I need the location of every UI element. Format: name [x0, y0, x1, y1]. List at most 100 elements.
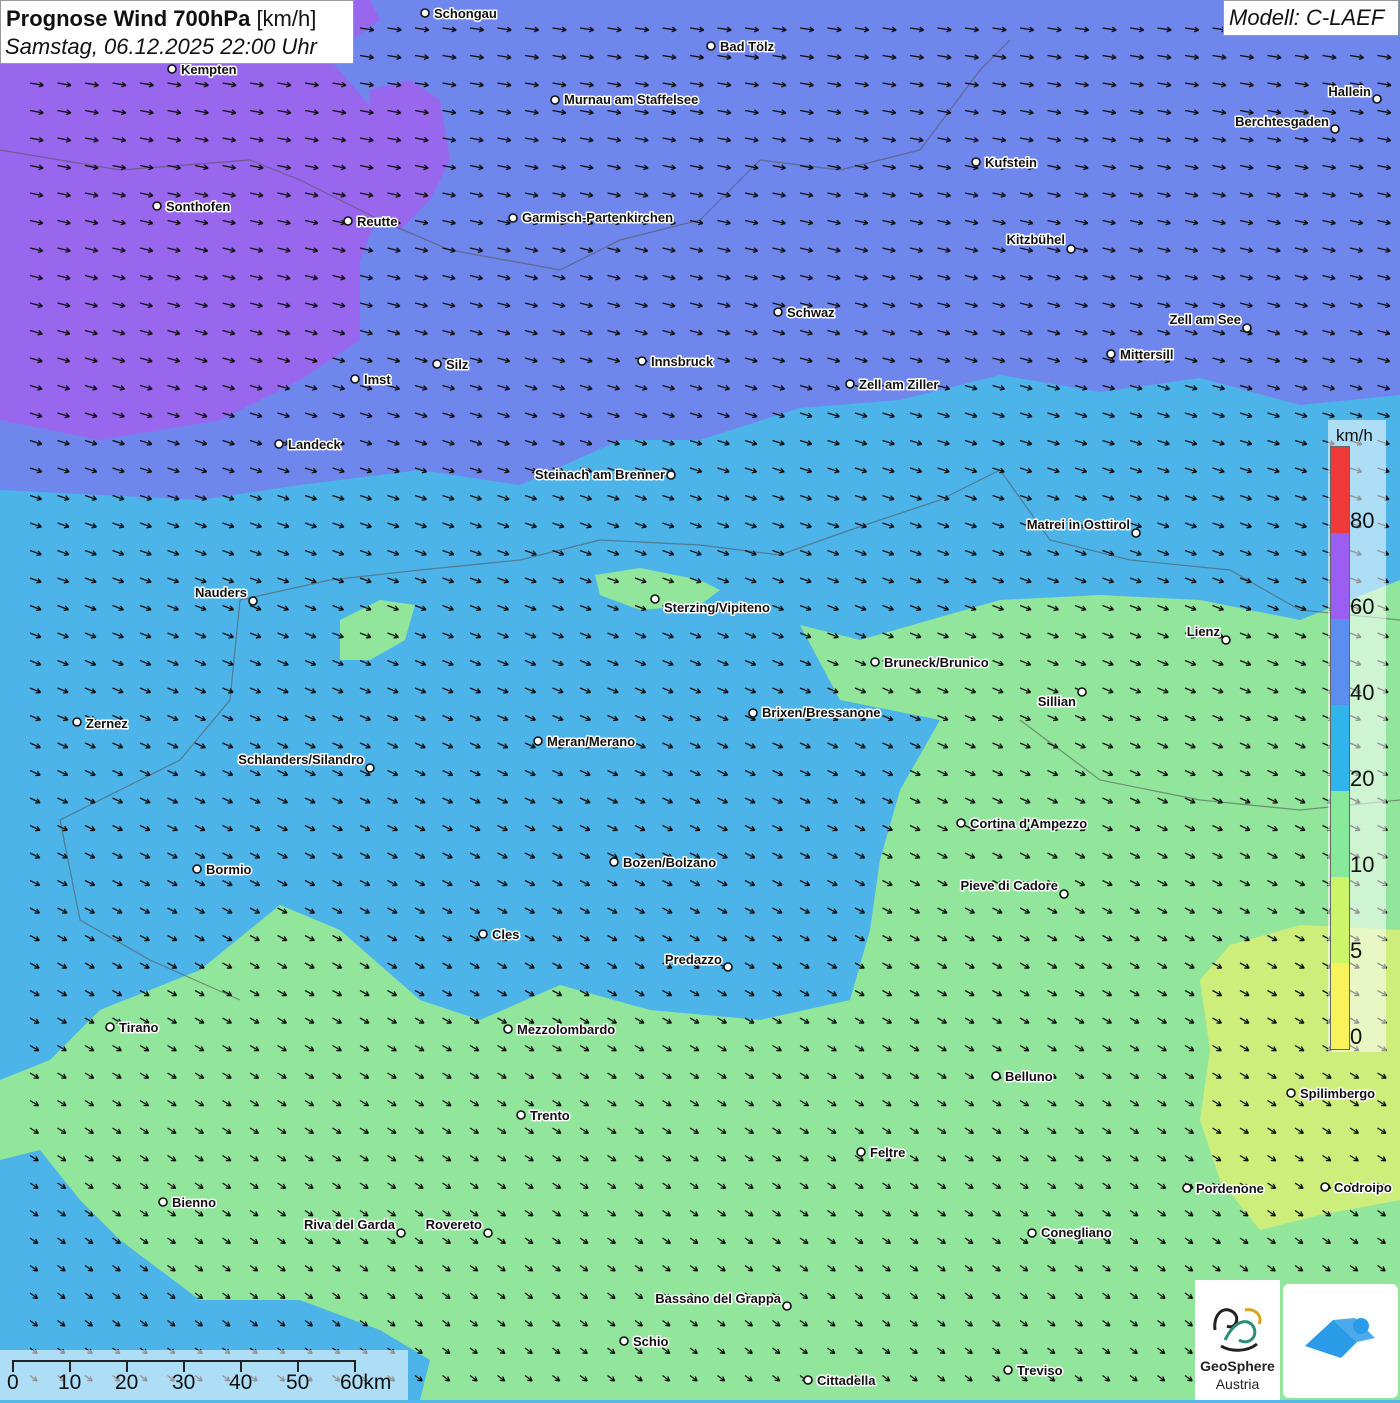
city-label-riva-del-garda: Riva del Garda [304, 1217, 396, 1232]
city-dot-bozen-bolzano [609, 857, 619, 867]
scale-label: 60km [340, 1371, 392, 1394]
city-dot-tirano [105, 1022, 115, 1032]
geosphere-line2: Austria [1215, 1376, 1260, 1392]
scale-label: 30 [172, 1371, 196, 1394]
city-dot-belluno [991, 1071, 1001, 1081]
city-label-bad-t-lz: Bad Tölz [720, 39, 775, 54]
legend-tick-80: 80 [1350, 508, 1375, 533]
city-dot-mezzolombardo [503, 1024, 513, 1034]
city-label-belluno: Belluno [1005, 1069, 1053, 1084]
city-dot-mittersill [1106, 349, 1116, 359]
city-label-hallein: Hallein [1328, 84, 1371, 99]
weather-app-icon [1305, 1318, 1375, 1358]
city-dot-zell-am-ziller [845, 379, 855, 389]
city-dot-steinach-am-brenner [666, 470, 676, 480]
wind-map[interactable]: Schongau Bad Tölz Kempten Murnau am Staffel… [0, 0, 1400, 1400]
city-label-sonthofen: Sonthofen [166, 199, 230, 214]
city-label-bienno: Bienno [172, 1195, 216, 1210]
city-label-zell-am-ziller: Zell am Ziller [859, 377, 938, 392]
legend-tick-0: 0 [1350, 1024, 1363, 1049]
legend-tick-10: 10 [1350, 852, 1375, 877]
city-dot-treviso [1003, 1365, 1013, 1375]
geosphere-line1: GeoSphere [1200, 1358, 1275, 1374]
city-label-innsbruck: Innsbruck [651, 354, 714, 369]
city-dot-predazzo [723, 962, 733, 972]
model-label: Modell: C-LAEF [1229, 5, 1385, 30]
city-label-sillian: Sillian [1038, 694, 1076, 709]
city-dot-zell-am-see [1242, 323, 1252, 333]
legend-segment-10-20 [1331, 791, 1349, 877]
city-label-garmisch-partenkirchen: Garmisch-Partenkirchen [522, 210, 673, 225]
city-label-reutte: Reutte [357, 214, 397, 229]
city-label-cortina-d-ampezzo: Cortina d'Ampezzo [970, 816, 1087, 831]
city-dot-nauders [248, 596, 258, 606]
scale-label: 40 [229, 1371, 253, 1394]
city-label-rovereto: Rovereto [426, 1217, 482, 1232]
geosphere-logo[interactable]: GeoSphere Austria [1195, 1280, 1280, 1400]
model-panel: Modell: C-LAEF [1223, 0, 1399, 36]
city-label-lienz: Lienz [1187, 624, 1221, 639]
city-dot-reutte [343, 216, 353, 226]
scale-label: 0 [7, 1371, 19, 1394]
city-label-schio: Schio [633, 1334, 668, 1349]
city-dot-bienno [158, 1197, 168, 1207]
city-dot-bormio [192, 864, 202, 874]
title-unit: [km/h] [256, 6, 317, 31]
scale-label: 10 [58, 1371, 82, 1394]
city-label-nauders: Nauders [195, 585, 247, 600]
city-label-meran-merano: Meran/Merano [547, 734, 635, 749]
city-dot-lienz [1221, 635, 1231, 645]
city-label-bassano-del-grappa: Bassano del Grappa [655, 1291, 781, 1306]
city-dot-imst [350, 374, 360, 384]
city-dot-meran-merano [533, 736, 543, 746]
city-dot-codroipo [1320, 1182, 1330, 1192]
city-dot-kempten [167, 64, 177, 74]
city-dot-kitzb-hel [1066, 244, 1076, 254]
city-dot-schlanders-silandro [365, 763, 375, 773]
city-dot-brixen-bressanone [748, 708, 758, 718]
city-label-kufstein: Kufstein [985, 155, 1037, 170]
city-label-mittersill: Mittersill [1120, 347, 1173, 362]
city-dot-cortina-d-ampezzo [956, 818, 966, 828]
city-label-cittadella: Cittadella [817, 1373, 876, 1388]
forecast-datetime: Samstag, 06.12.2025 22:00 Uhr [5, 34, 317, 59]
legend-tick-5: 5 [1350, 938, 1363, 963]
scale-label: 20 [115, 1371, 139, 1394]
city-label-schlanders-silandro: Schlanders/Silandro [238, 752, 364, 767]
city-label-pieve-di-cadore: Pieve di Cadore [960, 878, 1058, 893]
city-label-conegliano: Conegliano [1041, 1225, 1112, 1240]
title-main: Prognose Wind 700hPa [6, 6, 251, 31]
city-dot-kufstein [971, 157, 981, 167]
city-dot-pieve-di-cadore [1059, 889, 1069, 899]
city-dot-conegliano [1027, 1228, 1037, 1238]
scale-label: 50 [286, 1371, 310, 1394]
legend-tick-40: 40 [1350, 680, 1375, 705]
city-dot-landeck [274, 439, 284, 449]
city-label-codroipo: Codroipo [1334, 1180, 1392, 1195]
city-dot-matrei-in-osttirol [1131, 528, 1141, 538]
city-dot-trento [516, 1110, 526, 1120]
weather-app-logo[interactable] [1283, 1284, 1398, 1398]
title-panel: Prognose Wind 700hPa [km/h] Samstag, 06.… [0, 0, 354, 64]
city-label-silz: Silz [446, 357, 469, 372]
city-dot-feltre [856, 1147, 866, 1157]
city-dot-sillian [1077, 687, 1087, 697]
city-dot-zernez [72, 717, 82, 727]
city-dot-rovereto [483, 1228, 493, 1238]
city-dot-innsbruck [637, 356, 647, 366]
geosphere-emblem-icon [1213, 1308, 1262, 1352]
city-dot-murnau-am-staffelsee [550, 95, 560, 105]
city-label-imst: Imst [364, 372, 391, 387]
city-label-murnau-am-staffelsee: Murnau am Staffelsee [564, 92, 698, 107]
city-label-kitzb-hel: Kitzbühel [1007, 232, 1066, 247]
city-dot-schwaz [773, 307, 783, 317]
city-label-zell-am-see: Zell am See [1169, 312, 1241, 327]
city-dot-bad-t-lz [706, 41, 716, 51]
city-dot-schongau [420, 8, 430, 18]
city-label-brixen-bressanone: Brixen/Bressanone [762, 705, 881, 720]
city-label-schongau: Schongau [434, 6, 497, 21]
city-dot-bassano-del-grappa [782, 1301, 792, 1311]
city-label-tirano: Tirano [119, 1020, 159, 1035]
city-label-feltre: Feltre [870, 1145, 905, 1160]
city-dot-berchtesgaden [1330, 124, 1340, 134]
